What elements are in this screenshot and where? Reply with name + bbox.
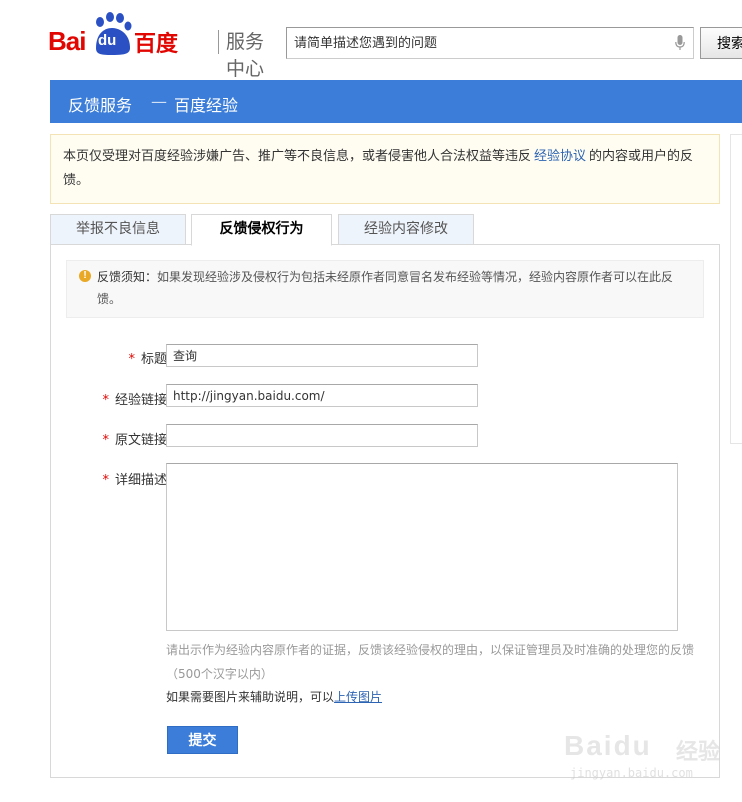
right-sidebar-panel: [730, 134, 742, 444]
tip-label: 反馈须知：: [97, 270, 158, 284]
tab-report-bad-info[interactable]: 举报不良信息: [50, 214, 186, 245]
title-separator: —: [151, 92, 167, 111]
baidu-logo[interactable]: Bai du 百度 服务中心: [48, 12, 268, 80]
title-bar: 反馈服务 — 百度经验: [50, 80, 742, 123]
required-mark: *: [102, 393, 109, 408]
logo-bai-text: Bai: [48, 26, 86, 56]
logo-cn-text: 百度: [134, 32, 179, 57]
required-mark: *: [128, 352, 135, 367]
notice-box: 本页仅受理对百度经验涉嫌广告、推广等不良信息，或者侵害他人合法权益等违反 经验协议…: [50, 134, 720, 204]
tip-text: 如果发现经验涉及侵权行为包括未经原作者同意冒名发布经验等情况，经验内容原作者可以…: [97, 270, 674, 306]
warning-icon: !: [79, 270, 91, 282]
tab-report-infringement[interactable]: 反馈侵权行为: [191, 214, 332, 246]
description-hint: 请出示作为经验内容原作者的证据，反馈该经验侵权的理由，以保证管理员及时准确的处理…: [166, 638, 706, 686]
search-button[interactable]: 搜索: [700, 27, 742, 59]
watermark-url: jingyan.baidu.com: [570, 766, 693, 780]
description-label-row: * 详细描述：: [60, 469, 180, 488]
section-title: 反馈服务: [68, 96, 133, 115]
logo-du-text: du: [98, 32, 117, 49]
search-input[interactable]: [292, 29, 662, 57]
tab-content-modify[interactable]: 经验内容修改: [338, 214, 474, 245]
watermark-logo: Baidu: [564, 730, 652, 761]
title-input[interactable]: [166, 344, 478, 367]
service-center-title: 服务中心: [226, 31, 265, 80]
experience-agreement-link[interactable]: 经验协议: [534, 149, 586, 164]
required-mark: *: [102, 433, 109, 448]
logo-separator: [218, 30, 219, 54]
original-link-input[interactable]: [166, 424, 478, 447]
title-label-row: * 标题：: [60, 348, 180, 367]
watermark-cn: 经验: [676, 740, 721, 765]
required-mark: *: [102, 473, 109, 488]
baidu-jingyan-watermark: Baidu 经验 jingyan.baidu.com: [560, 716, 730, 796]
upload-image-link[interactable]: 上传图片: [334, 690, 382, 704]
original-link-label-row: * 原文链接：: [60, 429, 180, 448]
search-box: [286, 27, 694, 59]
submit-button[interactable]: 提交: [167, 726, 238, 754]
notice-text-before: 本页仅受理对百度经验涉嫌广告、推广等不良信息，或者侵害他人合法权益等违反: [63, 149, 532, 164]
description-hint-text: 请出示作为经验内容原作者的证据，反馈该经验侵权的理由，以保证管理员及时准确的处理…: [166, 643, 695, 657]
experience-link-input[interactable]: [166, 384, 478, 407]
experience-link-label-row: * 经验链接：: [60, 389, 180, 408]
description-hint-limit: （500个汉字以内）: [166, 667, 273, 681]
description-textarea[interactable]: [166, 463, 678, 631]
product-title: 百度经验: [174, 96, 239, 115]
upload-line: 如果需要图片来辅助说明，可以上传图片: [166, 688, 382, 705]
microphone-icon[interactable]: [675, 35, 685, 51]
upload-text: 如果需要图片来辅助说明，可以: [166, 690, 335, 704]
feedback-tip: ! 反馈须知：如果发现经验涉及侵权行为包括未经原作者同意冒名发布经验等情况，经验…: [66, 260, 704, 318]
